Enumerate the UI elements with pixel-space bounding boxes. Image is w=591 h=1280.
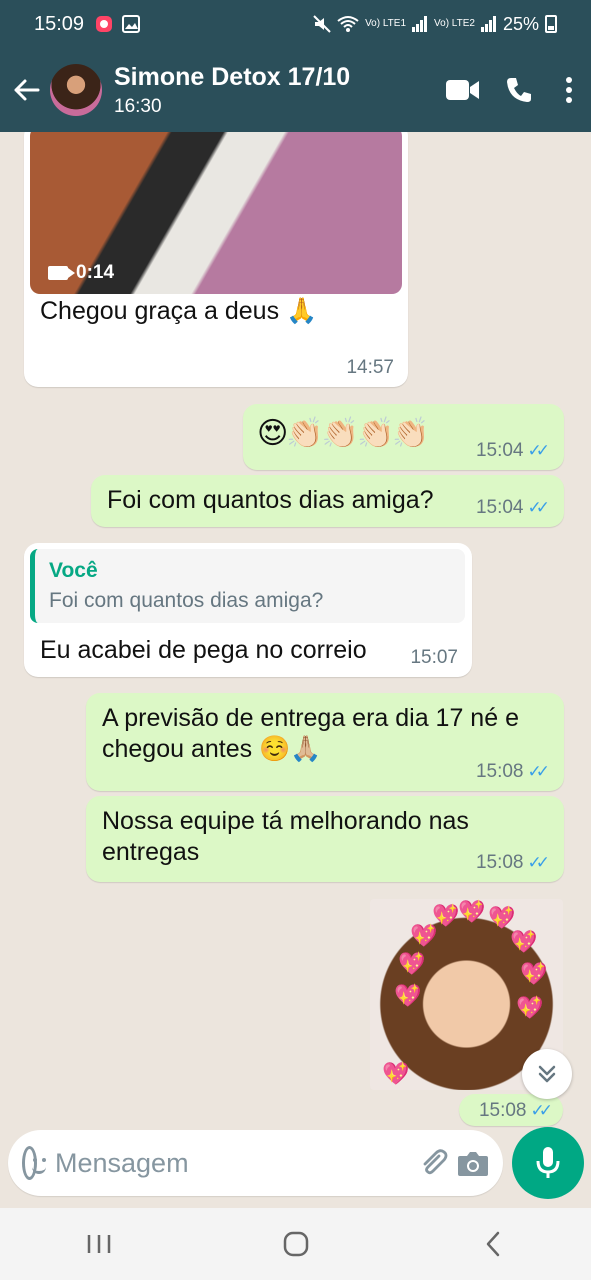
message-outgoing[interactable]: 😍👏🏻👏🏻👏🏻👏🏻 15:04 ✓✓ [243,404,564,470]
chevron-double-down-icon[interactable] [522,1049,572,1099]
contact-info[interactable]: Simone Detox 17/10 16:30 [114,63,435,118]
message-outgoing[interactable]: Nossa equipe tá melhorando nas entregas … [86,796,564,882]
video-call-icon[interactable] [435,66,491,114]
camera-icon[interactable] [457,1139,489,1187]
emoji-icon[interactable] [22,1146,46,1180]
chat-header: Simone Detox 17/10 16:30 [0,48,591,132]
screen-record-icon [96,16,113,32]
message-text: Nossa equipe tá melhorando nas entregas [102,807,469,866]
quoted-text: Foi com quantos dias amiga? [49,589,324,612]
mic-icon[interactable] [512,1127,584,1199]
message-composer [8,1130,503,1196]
back-icon[interactable] [453,1216,533,1272]
sim1-label: Vo) LTE1 [365,18,407,29]
message-outgoing[interactable]: Foi com quantos dias amiga? 15:04 ✓✓ [91,475,564,527]
read-ticks-icon: ✓✓ [527,441,550,460]
quoted-message[interactable]: Você Foi com quantos dias amiga? [30,549,465,623]
mute-icon [313,15,331,33]
status-time: 15:09 [34,12,85,35]
recent-apps-icon[interactable] [59,1216,139,1272]
read-ticks-icon: ✓✓ [527,853,550,872]
message-time: 15:08 [475,761,524,782]
video-duration: 0:14 [76,262,115,283]
read-ticks-icon: ✓✓ [527,762,550,781]
message-text: A previsão de entrega era dia 17 né e ch… [102,704,519,763]
read-ticks-icon: ✓✓ [530,1101,553,1120]
status-bar: 15:09 Vo) LTE1 Vo) LTE2 25% [0,0,591,48]
quoted-author: Você [49,559,98,582]
chat-area[interactable]: 0:14 Chegou graça a deus 🙏 14:57 😍👏🏻👏🏻👏🏻… [0,132,591,1128]
video-thumbnail[interactable]: 0:14 [30,132,402,294]
message-time: 15:08 [475,852,524,873]
video-camera-icon [48,266,75,280]
app-bar: 15:09 Vo) LTE1 Vo) LTE2 25% Simone Detox… [0,0,591,132]
battery-icon [545,15,557,33]
message-text: Chegou graça a deus 🙏 [40,297,318,325]
avatar[interactable] [50,64,102,116]
back-arrow-icon[interactable] [2,66,50,114]
message-text: Eu acabei de pega no correio [40,636,367,664]
message-time: 15:08 [478,1100,527,1121]
message-incoming-video[interactable]: 0:14 Chegou graça a deus 🙏 14:57 [24,132,408,387]
system-nav-bar [0,1208,591,1280]
sim2-label: Vo) LTE2 [434,18,475,29]
message-time: 15:07 [410,647,458,668]
message-text: Foi com quantos dias amiga? [107,486,434,514]
message-time: 15:04 [475,497,524,518]
signal-icon [480,16,496,32]
message-input[interactable] [55,1147,409,1179]
paperclip-icon[interactable] [417,1139,449,1187]
phone-icon[interactable] [491,66,547,114]
message-time: 14:57 [346,357,394,378]
read-ticks-icon: ✓✓ [527,498,550,517]
contact-subtitle: 16:30 [114,95,162,117]
more-vert-icon[interactable] [547,66,591,114]
signal-icon [412,16,428,32]
wifi-icon [337,16,359,32]
gallery-icon [122,15,141,33]
contact-name: Simone Detox 17/10 [114,62,351,91]
message-incoming-reply[interactable]: Você Foi com quantos dias amiga? Eu acab… [24,543,472,677]
message-text: 😍👏🏻👏🏻👏🏻👏🏻 [257,417,430,450]
battery-percent: 25% [502,13,539,34]
message-time: 15:04 [475,440,524,461]
home-icon[interactable] [256,1216,336,1272]
message-outgoing[interactable]: A previsão de entrega era dia 17 né e ch… [86,693,564,791]
